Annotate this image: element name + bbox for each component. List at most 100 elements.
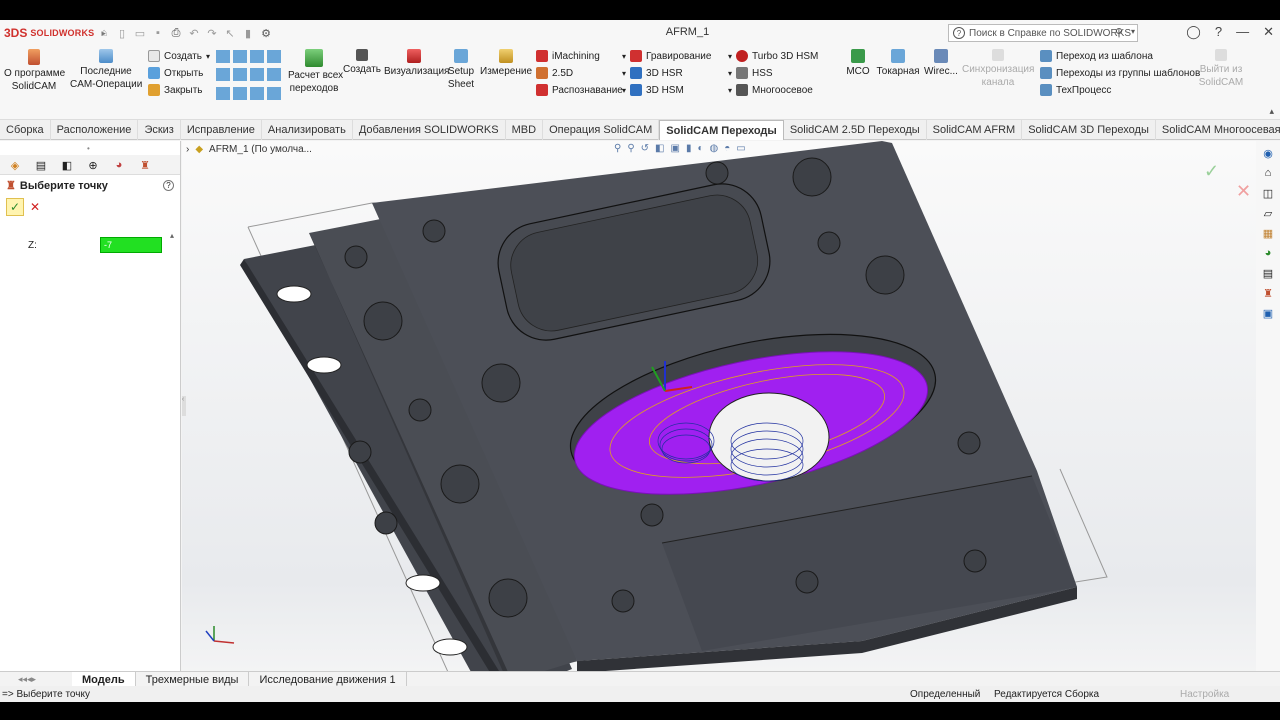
minimize-icon[interactable]: — [1236, 24, 1249, 40]
config-manager-icon[interactable]: ◧ [56, 157, 78, 173]
tab-2[interactable]: Эскиз [138, 119, 181, 140]
custom-properties-icon[interactable]: ▤ [1260, 265, 1276, 281]
collapse-arrow-icon[interactable]: ▴ [170, 231, 174, 240]
ok-button[interactable]: ✓ [6, 198, 24, 216]
chevron-down-icon[interactable]: ▾ [1131, 27, 1135, 36]
3d-hsm-button[interactable]: ▾ 3D HSM [622, 84, 684, 96]
appearances-icon[interactable]: ◕ [1260, 245, 1276, 261]
sync-channel-button[interactable]: Синхронизация канала [962, 48, 1034, 89]
lathe-button[interactable]: Токарная [876, 48, 920, 78]
solidworks-logo[interactable]: 3DS SOLIDWORKS ▸ [0, 26, 106, 40]
options-icon[interactable]: ⚙ [260, 27, 272, 40]
help-menu-icon[interactable]: ? [1215, 24, 1222, 40]
engraving-button[interactable]: ▾ Гравирование [622, 50, 711, 62]
op-icon[interactable] [250, 68, 264, 82]
create-op-button[interactable]: Создать [343, 48, 381, 76]
tab-1[interactable]: Расположение [51, 119, 139, 140]
wire-edm-button[interactable]: Wirec... [924, 48, 958, 78]
dimxpert-icon[interactable]: ⊕ [82, 157, 104, 173]
exit-solidcam-button[interactable]: Выйти из SolidCAM [1196, 48, 1246, 89]
chevron-down-icon[interactable]: ▾ [622, 52, 626, 61]
feature-manager-icon[interactable]: ◈ [4, 157, 26, 173]
op-icon[interactable] [267, 86, 281, 100]
solidcam-manager-icon[interactable]: ♜ [134, 157, 156, 173]
about-solidcam-button[interactable]: О программе SolidCAM [4, 48, 65, 93]
op-icon[interactable] [267, 50, 281, 63]
visualization-button[interactable]: Визуализация [384, 48, 449, 78]
turbo-3d-hsm-button[interactable]: ▾ Turbo 3D HSM [728, 50, 818, 62]
splitter-handle[interactable]: • [87, 144, 90, 153]
tab-nav-icons[interactable]: ◂◂◂▸ [0, 674, 72, 685]
techprocess-button[interactable]: ТехПроцесс [1040, 84, 1111, 96]
z-input[interactable] [100, 237, 162, 253]
calculate-all-button[interactable]: Расчет всех переходов [288, 48, 343, 95]
collapse-ribbon-icon[interactable]: ▴ [1269, 106, 1274, 117]
solidcam-pane-icon[interactable]: ♜ [1260, 285, 1276, 301]
solidworks-resources-icon[interactable]: ◉ [1260, 145, 1276, 161]
op-icon[interactable] [233, 86, 247, 100]
chevron-down-icon[interactable]: ▾ [622, 69, 626, 78]
from-template-button[interactable]: Переход из шаблона [1040, 50, 1153, 62]
op-icon[interactable] [250, 86, 264, 100]
close-icon[interactable]: ✕ [1263, 24, 1274, 40]
op-icon[interactable] [233, 50, 247, 63]
home-icon[interactable]: ⌂ [1260, 165, 1276, 181]
print-icon[interactable]: ⎙ [170, 27, 182, 40]
imachining-button[interactable]: iMachining [536, 50, 600, 62]
mco-button[interactable]: MCO [844, 48, 872, 78]
help-search-box[interactable]: ? Поиск в Справке по SOLIDWORKS ⚲ ▾ [948, 24, 1138, 42]
close-button[interactable]: Закрыть [148, 84, 203, 96]
tab-12[interactable]: SolidCAM Многоосевая обработка [1156, 120, 1280, 140]
search-icon[interactable]: ⚲ [1115, 26, 1123, 39]
tab-5[interactable]: Добавления SOLIDWORKS [353, 119, 506, 140]
op-icon[interactable] [216, 50, 230, 63]
chevron-down-icon[interactable]: ▾ [728, 52, 732, 61]
tab-8[interactable]: SolidCAM Переходы [659, 119, 784, 140]
chevron-down-icon[interactable]: ▾ [728, 86, 732, 95]
undo-icon[interactable]: ↶ [188, 27, 200, 40]
open-icon[interactable]: ▭ [134, 27, 146, 40]
multiaxis-button[interactable]: ▾ Многоосевое [728, 84, 813, 96]
save-icon[interactable]: ▪ [152, 27, 164, 39]
recent-cam-operations-button[interactable]: Последние CAM-Операции [70, 48, 142, 91]
2-5d-button[interactable]: 2.5D [536, 67, 573, 79]
op-icon[interactable] [216, 86, 230, 100]
home-icon[interactable]: ⌂ [98, 27, 110, 39]
graphics-viewport[interactable]: › ◆ AFRM_1 (По умолча... ‹ ⚲ ⚲ ↺ ◧ ▣ ▮ ◐… [182, 141, 1256, 692]
redo-icon[interactable]: ↷ [206, 27, 218, 40]
op-icon[interactable] [250, 50, 264, 63]
search-input[interactable]: Поиск в Справке по SOLIDWORKS [969, 28, 1131, 39]
setup-sheet-button[interactable]: Setup Sheet [446, 48, 476, 91]
tab-10[interactable]: SolidCAM AFRM [927, 119, 1023, 140]
tab-11[interactable]: SolidCAM 3D Переходы [1022, 119, 1156, 140]
solidcam-setup-icon[interactable]: ▣ [1260, 305, 1276, 321]
display-manager-icon[interactable]: ◕ [108, 157, 130, 173]
op-icon[interactable] [233, 68, 247, 82]
cancel-button[interactable]: ✕ [30, 200, 40, 214]
chevron-down-icon[interactable]: ▾ [728, 69, 732, 78]
select-icon[interactable]: ↖ [224, 27, 236, 40]
tab-0[interactable]: Сборка [0, 119, 51, 140]
new-icon[interactable]: ▯ [116, 27, 128, 40]
open-button[interactable]: Открыть [148, 67, 203, 79]
status-settings[interactable]: Настройка [1180, 689, 1229, 700]
from-group-button[interactable]: Переходы из группы шаблонов [1040, 67, 1200, 79]
property-manager-icon[interactable]: ▤ [30, 157, 52, 173]
tab-3[interactable]: Исправление [181, 119, 262, 140]
help-icon[interactable]: ? [163, 180, 174, 191]
design-library-icon[interactable]: ◫ [1260, 185, 1276, 201]
tab-6[interactable]: MBD [506, 119, 544, 140]
tab-4[interactable]: Анализировать [262, 119, 353, 140]
user-icon[interactable]: ◯ [1186, 24, 1201, 40]
chevron-down-icon[interactable]: ▾ [622, 86, 626, 95]
create-button[interactable]: Создать ▾ [148, 50, 210, 62]
file-explorer-icon[interactable]: ▱ [1260, 205, 1276, 221]
chevron-down-icon[interactable]: ▾ [206, 52, 210, 61]
rebuild-icon[interactable]: ▮ [242, 27, 254, 40]
3d-hsr-button[interactable]: ▾ 3D HSR [622, 67, 683, 79]
op-icon[interactable] [267, 68, 281, 82]
op-icon[interactable] [216, 68, 230, 82]
view-palette-icon[interactable]: ▦ [1260, 225, 1276, 241]
hss-button[interactable]: ▾ HSS [728, 67, 773, 79]
tab-7[interactable]: Операция SolidCAM [543, 119, 660, 140]
